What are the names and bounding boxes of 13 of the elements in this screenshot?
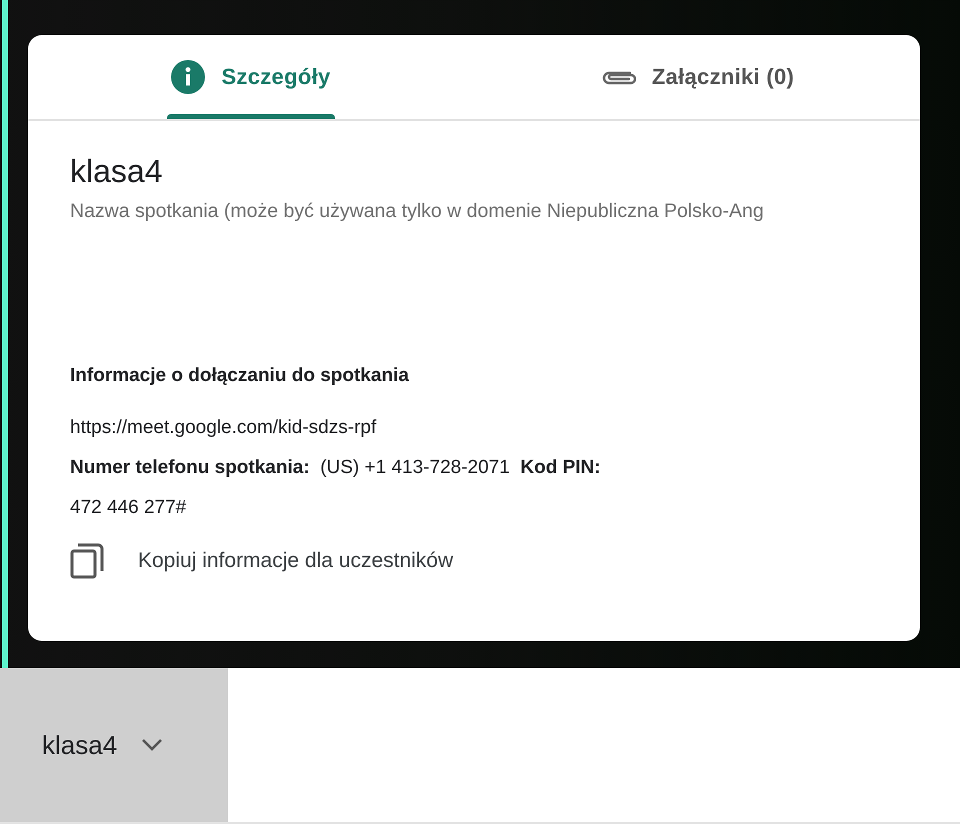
info-icon: [171, 60, 206, 94]
meeting-link[interactable]: https://meet.google.com/kid-sdzs-rpf: [70, 417, 878, 439]
section-heading: Informacje o dołączaniu do spotkania: [70, 365, 410, 387]
tab[interactable]: Szczegóły: [28, 35, 474, 119]
tab[interactable]: Załączniki (0): [474, 35, 920, 119]
phone-info: Numer telefonu spotkania: (US) +1 413-728-2071 Kod PIN:: [70, 457, 602, 479]
copy-icon: [70, 543, 104, 579]
meeting-title: klasa4: [70, 153, 164, 190]
copy-info-button[interactable]: Kopiuj informacje dla uczestników: [70, 543, 454, 579]
pin-number: 472 446 277#: [70, 497, 188, 519]
meeting-subtitle: Nazwa spotkania (może być używana tylko w domenie Niepubliczna Polsko-Ang: [70, 200, 765, 223]
meeting-name-dropdown[interactable]: klasa4: [0, 668, 228, 822]
chevron-down-icon: [141, 738, 164, 752]
